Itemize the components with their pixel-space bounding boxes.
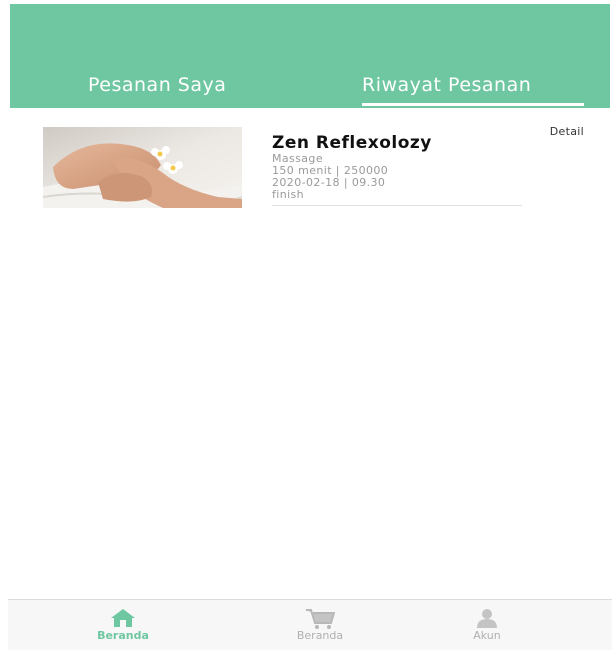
nav-label-beranda: Beranda: [97, 629, 149, 642]
order-title: Zen Reflexolozy: [272, 133, 432, 153]
bottom-navigation: Beranda Beranda Akun: [8, 599, 612, 650]
detail-link[interactable]: Detail: [550, 125, 584, 138]
service-thumbnail: [43, 127, 242, 208]
nav-item-akun[interactable]: Akun: [427, 600, 547, 650]
tab-pesanan-saya[interactable]: Pesanan Saya: [88, 74, 226, 96]
nav-label-beranda-2: Beranda: [296, 629, 344, 642]
order-status: finish: [272, 188, 305, 201]
nav-label-akun: Akun: [473, 629, 501, 642]
nav-item-home[interactable]: Beranda: [63, 600, 183, 650]
card-divider: [272, 205, 522, 206]
nav-item-cart[interactable]: Beranda: [260, 600, 380, 650]
tab-riwayat-pesanan[interactable]: Riwayat Pesanan: [362, 74, 531, 96]
order-card[interactable]: Zen Reflexolozy Massage 150 menit | 2500…: [43, 124, 588, 214]
active-tab-indicator: [362, 103, 584, 106]
